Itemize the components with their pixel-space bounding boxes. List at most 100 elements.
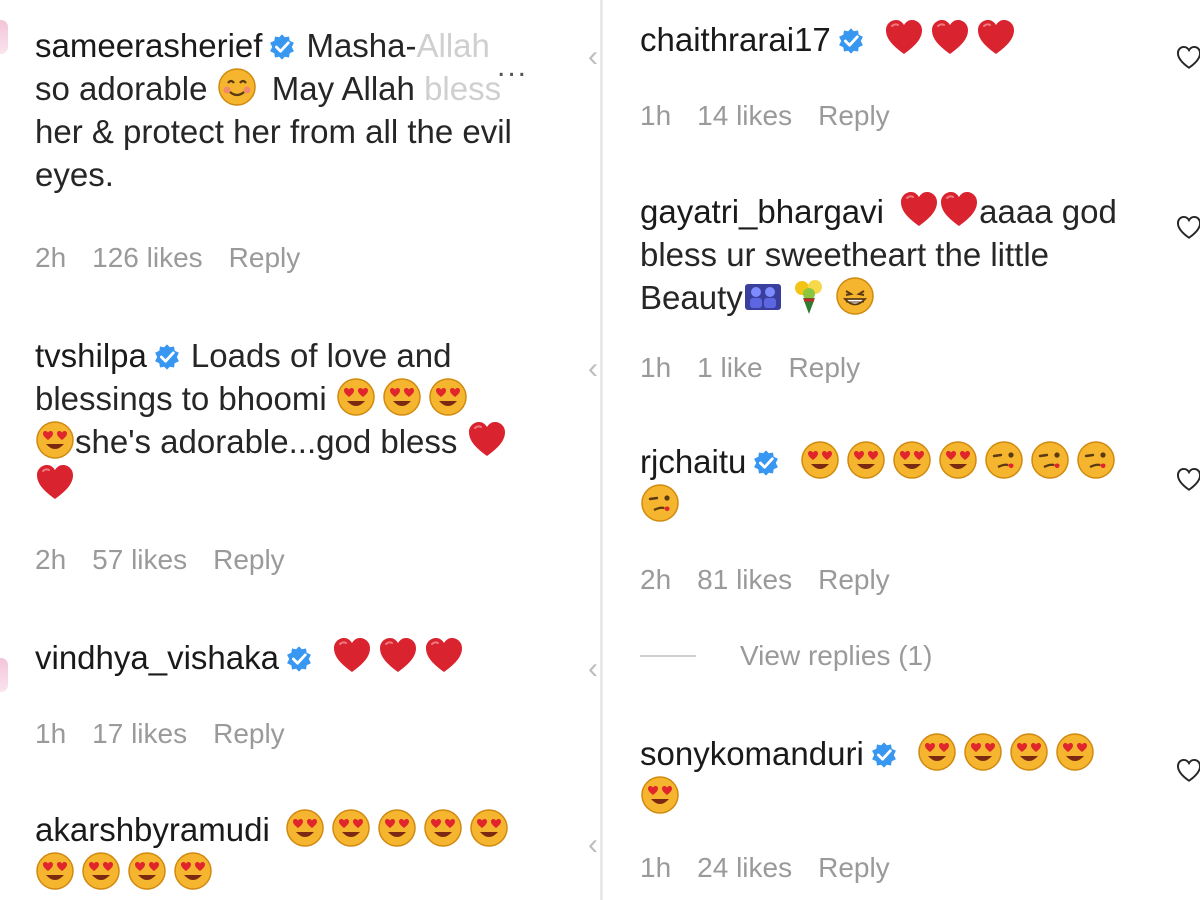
like-heart-icon[interactable]: ‹ bbox=[588, 352, 598, 386]
comment-time: 1h bbox=[35, 718, 67, 749]
comment-body: May Allah bbox=[262, 70, 425, 107]
comment-username[interactable]: vindhya_vishaka bbox=[35, 639, 279, 676]
red-heart-icon bbox=[467, 420, 507, 460]
comment-text: tvshilpa Loads of love and blessings to b… bbox=[35, 334, 540, 506]
comment-item: akarshbyramudi bbox=[35, 808, 540, 894]
comment-username[interactable]: tvshilpa bbox=[35, 337, 147, 374]
kissing-wink-icon bbox=[640, 483, 680, 523]
comment-body-faded: Allah bbox=[416, 27, 490, 64]
reply-button[interactable]: Reply bbox=[213, 544, 285, 575]
comment-meta: 1h 14 likes Reply bbox=[640, 100, 916, 132]
comment-meta: 2h 57 likes Reply bbox=[35, 544, 311, 576]
red-heart-icon bbox=[899, 190, 939, 230]
comment-time: 2h bbox=[35, 544, 67, 575]
red-heart-icon bbox=[424, 636, 464, 676]
comment-meta: 1h 24 likes Reply bbox=[640, 852, 916, 884]
heart-eyes-emoji-icon bbox=[917, 732, 957, 772]
verified-badge-icon bbox=[268, 33, 296, 61]
comments-column-right: chaithrarai17 1h 14 likes Reply gayatri_bh… bbox=[603, 0, 1200, 900]
comment-likes[interactable]: 126 likes bbox=[92, 242, 203, 273]
reply-button[interactable]: Reply bbox=[818, 564, 890, 595]
heart-eyes-emoji-icon bbox=[377, 808, 417, 848]
comments-column-left: sameerasherief Masha-Allah so adorable Ma… bbox=[0, 0, 600, 900]
comment-time: 2h bbox=[640, 564, 672, 595]
like-heart-icon[interactable]: ‹ bbox=[588, 828, 598, 862]
verified-badge-icon bbox=[837, 27, 865, 55]
comment-likes[interactable]: 57 likes bbox=[92, 544, 187, 575]
comment-username[interactable]: sonykomanduri bbox=[640, 735, 864, 772]
comment-meta: 2h 126 likes Reply bbox=[35, 242, 326, 274]
like-heart-icon[interactable] bbox=[1176, 758, 1200, 784]
like-heart-icon[interactable] bbox=[1176, 467, 1200, 493]
heart-eyes-emoji-icon bbox=[1055, 732, 1095, 772]
heart-eyes-emoji-icon bbox=[963, 732, 1003, 772]
comment-time: 1h bbox=[640, 352, 672, 383]
people-emoji-icon bbox=[743, 276, 783, 316]
comment-username[interactable]: rjchaitu bbox=[640, 443, 746, 480]
comment-item: gayatri_bhargavi aaaa god bless ur sweet… bbox=[640, 190, 1140, 319]
red-heart-icon bbox=[939, 190, 979, 230]
comment-body: her & protect her from all the evil eyes… bbox=[35, 113, 512, 193]
comment-time: 1h bbox=[640, 852, 672, 883]
comment-likes[interactable]: 24 likes bbox=[697, 852, 792, 883]
comment-username[interactable]: sameerasherief bbox=[35, 27, 262, 64]
comment-body: so adorable bbox=[35, 70, 208, 107]
like-heart-icon[interactable] bbox=[1176, 45, 1200, 71]
kissing-wink-icon bbox=[984, 440, 1024, 480]
comment-text: vindhya_vishaka bbox=[35, 636, 540, 679]
reply-button[interactable]: Reply bbox=[818, 852, 890, 883]
comment-text: sonykomanduri bbox=[640, 732, 1140, 818]
heart-eyes-emoji-icon bbox=[423, 808, 463, 848]
heart-eyes-emoji-icon bbox=[336, 377, 376, 417]
comment-likes[interactable]: 14 likes bbox=[697, 100, 792, 131]
heart-eyes-emoji-icon bbox=[35, 420, 75, 460]
like-heart-icon[interactable] bbox=[1176, 215, 1200, 241]
comment-meta: 1h 17 likes Reply bbox=[35, 718, 311, 750]
heart-eyes-emoji-icon bbox=[892, 440, 932, 480]
avatar[interactable] bbox=[0, 658, 8, 692]
comment-time: 1h bbox=[640, 100, 672, 131]
heart-eyes-emoji-icon bbox=[331, 808, 371, 848]
heart-eyes-emoji-icon bbox=[1009, 732, 1049, 772]
reply-button[interactable]: Reply bbox=[229, 242, 301, 273]
avatar[interactable] bbox=[0, 20, 8, 54]
comment-username[interactable]: chaithrarai17 bbox=[640, 21, 831, 58]
bouquet-emoji-icon bbox=[789, 276, 829, 316]
like-heart-icon[interactable]: ‹ bbox=[588, 652, 598, 686]
like-heart-icon[interactable]: ‹ bbox=[588, 40, 598, 74]
verified-badge-icon bbox=[870, 741, 898, 769]
comment-username[interactable]: gayatri_bhargavi bbox=[640, 193, 884, 230]
comment-meta: 1h 1 like Reply bbox=[640, 352, 886, 384]
verified-badge-icon bbox=[752, 449, 780, 477]
more-options-icon[interactable]: ... bbox=[497, 50, 528, 84]
comment-likes[interactable]: 81 likes bbox=[697, 564, 792, 595]
comment-username[interactable]: akarshbyramudi bbox=[35, 811, 270, 848]
reply-button[interactable]: Reply bbox=[789, 352, 861, 383]
verified-badge-icon bbox=[153, 343, 181, 371]
comment-likes[interactable]: 17 likes bbox=[92, 718, 187, 749]
heart-eyes-emoji-icon bbox=[81, 851, 121, 891]
comment-item: rjchaitu bbox=[640, 440, 1140, 526]
red-heart-icon bbox=[884, 18, 924, 58]
comment-text: chaithrarai17 bbox=[640, 18, 1140, 61]
comment-text: akarshbyramudi bbox=[35, 808, 540, 894]
reply-button[interactable]: Reply bbox=[213, 718, 285, 749]
heart-eyes-emoji-icon bbox=[800, 440, 840, 480]
kissing-wink-icon bbox=[1076, 440, 1116, 480]
comment-text: rjchaitu bbox=[640, 440, 1140, 526]
comment-likes[interactable]: 1 like bbox=[697, 352, 762, 383]
heart-eyes-emoji-icon bbox=[382, 377, 422, 417]
view-replies-button[interactable]: View replies (1) bbox=[640, 640, 932, 672]
comment-item: sameerasherief Masha-Allah so adorable Ma… bbox=[35, 24, 540, 196]
reply-button[interactable]: Reply bbox=[818, 100, 890, 131]
heart-eyes-emoji-icon bbox=[938, 440, 978, 480]
verified-badge-icon bbox=[285, 645, 313, 673]
heart-eyes-emoji-icon bbox=[35, 851, 75, 891]
kissing-wink-icon bbox=[1030, 440, 1070, 480]
view-replies-line bbox=[640, 655, 696, 657]
red-heart-icon bbox=[35, 463, 75, 503]
comment-body-faded: bless bbox=[424, 70, 502, 107]
grinning-face-icon bbox=[835, 276, 875, 316]
heart-eyes-emoji-icon bbox=[285, 808, 325, 848]
heart-eyes-emoji-icon bbox=[469, 808, 509, 848]
